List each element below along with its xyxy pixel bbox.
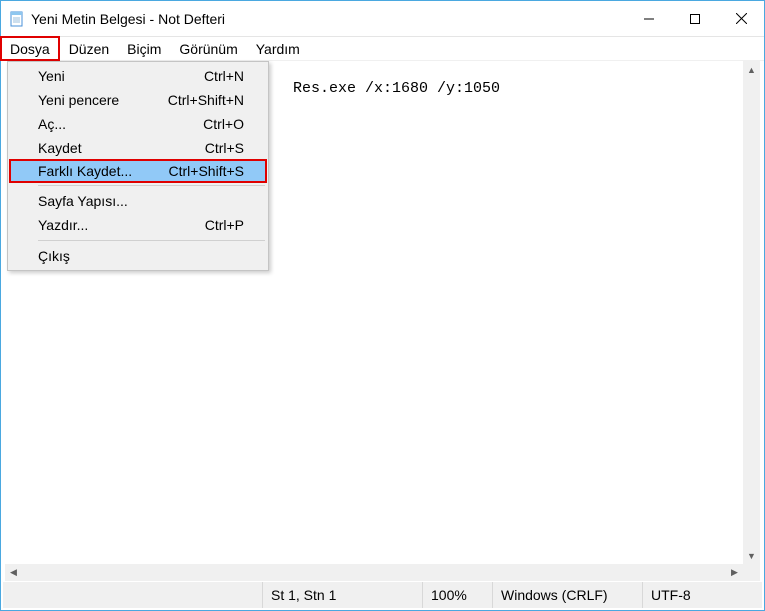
close-button[interactable] bbox=[718, 1, 764, 36]
scroll-down-icon[interactable]: ▼ bbox=[743, 547, 760, 564]
scroll-right-icon[interactable]: ▶ bbox=[726, 564, 743, 581]
titlebar: Yeni Metin Belgesi - Not Defteri bbox=[1, 1, 764, 37]
status-encoding: UTF-8 bbox=[642, 582, 762, 608]
menubar: Dosya Düzen Biçim Görünüm Yardım bbox=[1, 37, 764, 61]
status-position: St 1, Stn 1 bbox=[262, 582, 422, 608]
menu-help[interactable]: Yardım bbox=[247, 37, 309, 60]
statusbar: St 1, Stn 1 100% Windows (CRLF) UTF-8 bbox=[3, 582, 762, 608]
menu-item-open[interactable]: Aç... Ctrl+O bbox=[10, 112, 266, 136]
window-controls bbox=[626, 1, 764, 36]
notepad-icon bbox=[9, 11, 25, 27]
menu-item-print[interactable]: Yazdır... Ctrl+P bbox=[10, 213, 266, 237]
vertical-scrollbar[interactable]: ▲ ▼ bbox=[743, 61, 760, 564]
menu-separator bbox=[38, 185, 265, 186]
menu-item-exit[interactable]: Çıkış bbox=[10, 244, 266, 268]
scroll-up-icon[interactable]: ▲ bbox=[743, 61, 760, 78]
scroll-corner bbox=[743, 564, 760, 581]
menu-format[interactable]: Biçim bbox=[118, 37, 170, 60]
menu-separator bbox=[38, 240, 265, 241]
menu-item-new[interactable]: Yeni Ctrl+N bbox=[10, 64, 266, 88]
menu-edit[interactable]: Düzen bbox=[60, 37, 118, 60]
minimize-button[interactable] bbox=[626, 1, 672, 36]
horizontal-scrollbar[interactable]: ◀ ▶ bbox=[5, 564, 743, 581]
status-zoom: 100% bbox=[422, 582, 492, 608]
editor-text: Res.exe /x:1680 /y:1050 bbox=[293, 80, 500, 97]
window-title: Yeni Metin Belgesi - Not Defteri bbox=[31, 11, 225, 27]
status-spacer bbox=[3, 582, 262, 608]
menu-view[interactable]: Görünüm bbox=[170, 37, 246, 60]
scroll-left-icon[interactable]: ◀ bbox=[5, 564, 22, 581]
menu-file[interactable]: Dosya bbox=[0, 36, 60, 61]
menu-item-new-window[interactable]: Yeni pencere Ctrl+Shift+N bbox=[10, 88, 266, 112]
menu-item-page-setup[interactable]: Sayfa Yapısı... bbox=[10, 189, 266, 213]
file-menu-dropdown: Yeni Ctrl+N Yeni pencere Ctrl+Shift+N Aç… bbox=[7, 61, 269, 271]
maximize-button[interactable] bbox=[672, 1, 718, 36]
menu-item-save-as[interactable]: Farklı Kaydet... Ctrl+Shift+S bbox=[9, 159, 267, 183]
menu-item-save[interactable]: Kaydet Ctrl+S bbox=[10, 136, 266, 160]
status-line-ending: Windows (CRLF) bbox=[492, 582, 642, 608]
